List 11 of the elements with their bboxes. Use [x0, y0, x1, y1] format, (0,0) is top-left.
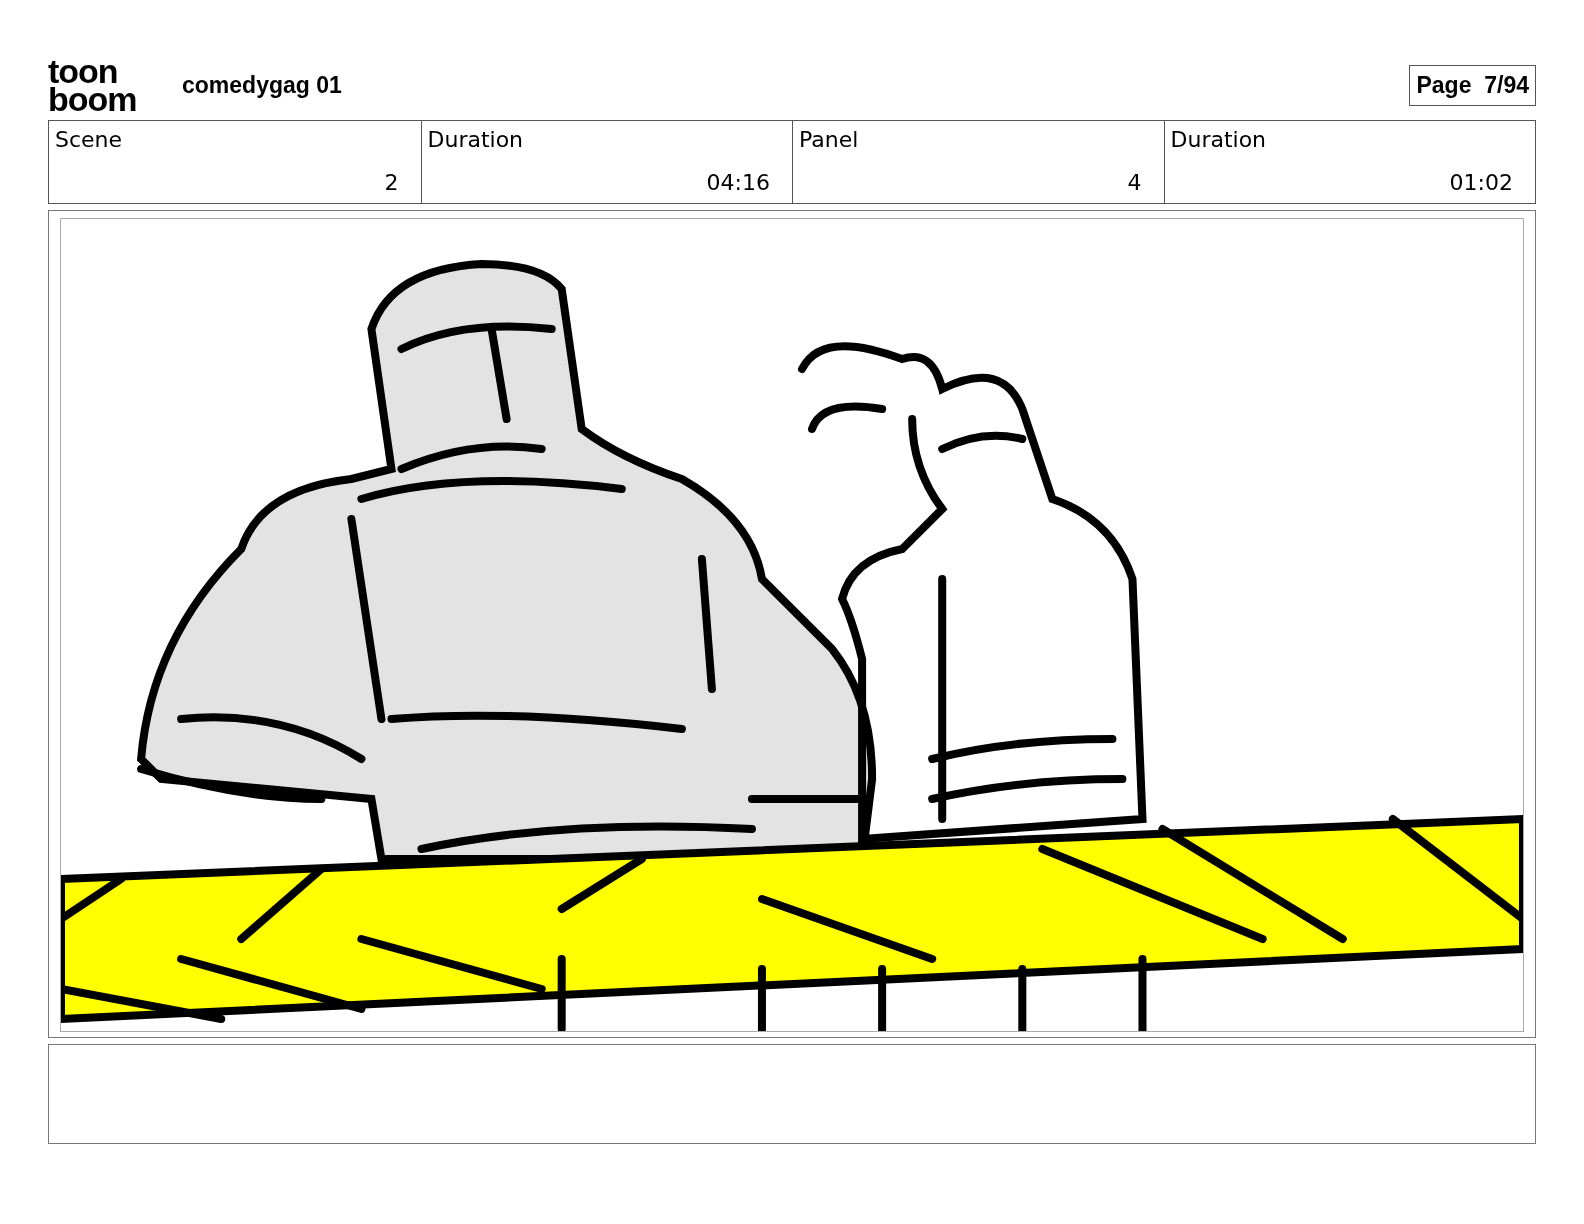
project-title: comedygag 01: [182, 71, 342, 99]
field-value: 2: [384, 170, 399, 195]
page-number: Page 7/94: [1409, 64, 1536, 106]
field-value: 4: [1127, 170, 1142, 195]
field-label: Duration: [1170, 127, 1268, 152]
field-label: Scene: [55, 127, 124, 152]
field-value: 01:02: [1449, 170, 1513, 195]
field-label: Duration: [427, 127, 525, 152]
logo: toon boom: [48, 57, 138, 113]
field-label: Panel: [799, 127, 860, 152]
field-value: 04:16: [706, 170, 770, 195]
